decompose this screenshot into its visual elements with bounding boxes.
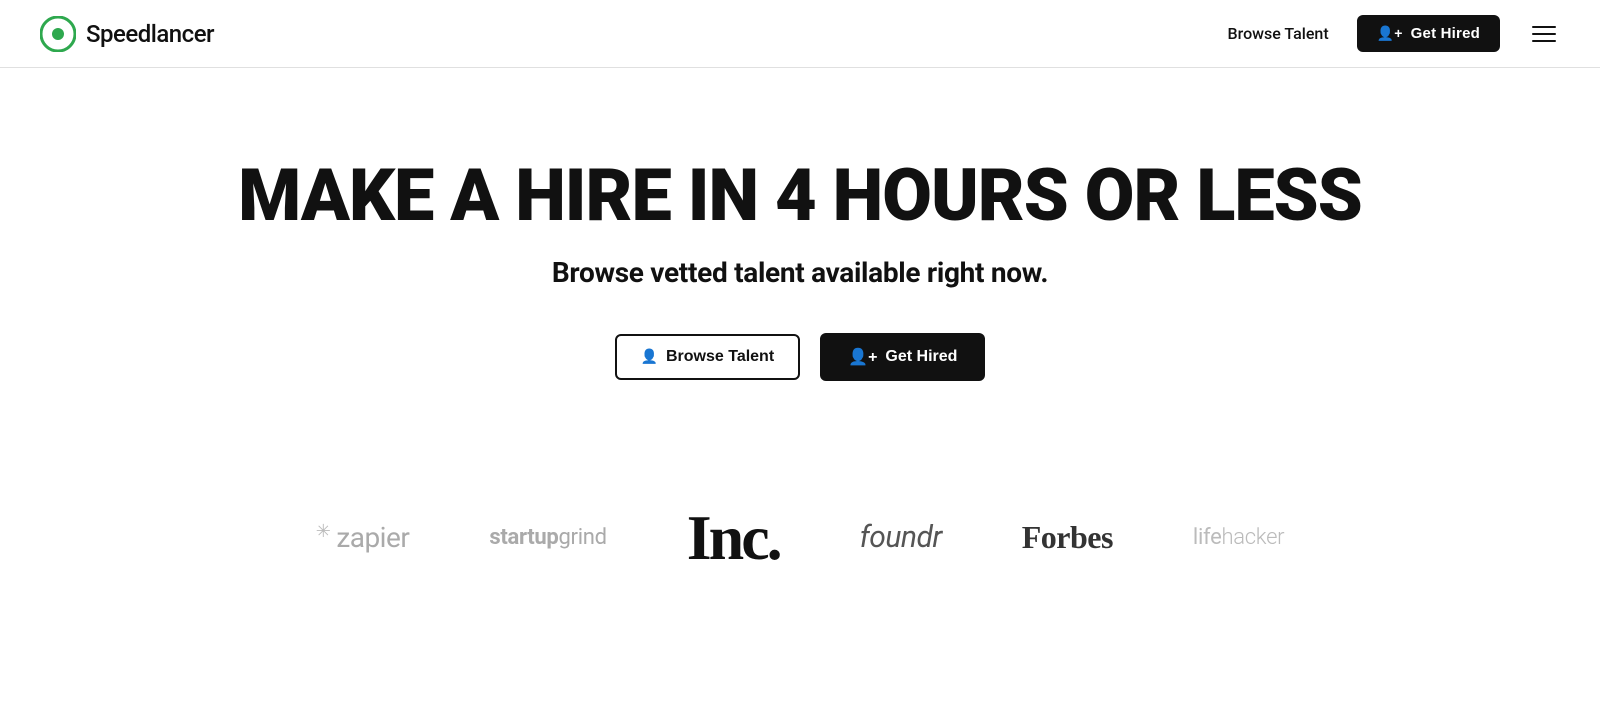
logo-text: Speedlancer: [86, 20, 214, 48]
startupgrind-grind-text: grind: [558, 525, 606, 550]
navbar: Speedlancer Browse Talent 👤+ Get Hired: [0, 0, 1600, 68]
hero-browse-talent-button[interactable]: 👤 Browse Talent: [615, 334, 801, 380]
nav-get-hired-button[interactable]: 👤+ Get Hired: [1357, 15, 1500, 52]
hero-section: MAKE A HIRE IN 4 HOURS OR LESS Browse ve…: [0, 68, 1600, 441]
hero-get-hired-label: Get Hired: [885, 348, 957, 366]
zapier-asterisk-icon: ✳: [316, 521, 331, 542]
hero-browse-talent-label: Browse Talent: [666, 348, 774, 366]
lifehacker-life-text: life: [1193, 525, 1222, 550]
logo-icon: [40, 16, 76, 52]
get-hired-person-icon: 👤+: [848, 347, 877, 367]
startupgrind-logo: startupgrind: [489, 525, 606, 550]
hamburger-line-2: [1532, 33, 1556, 35]
browse-person-icon: 👤: [641, 348, 658, 365]
hamburger-line-3: [1532, 40, 1556, 42]
foundr-text: foundr: [860, 520, 942, 555]
person-add-icon: 👤+: [1377, 25, 1403, 42]
zapier-logo: ✳ zapier: [316, 521, 410, 554]
logo-link[interactable]: Speedlancer: [40, 16, 214, 52]
hero-buttons: 👤 Browse Talent 👤+ Get Hired: [615, 333, 986, 381]
zapier-text: zapier: [336, 521, 409, 554]
inc-logo: Inc.: [687, 501, 780, 575]
forbes-logo: Forbes: [1022, 519, 1113, 556]
nav-get-hired-label: Get Hired: [1411, 25, 1480, 42]
foundr-logo: foundr: [860, 520, 942, 555]
logos-section: ✳ zapier startupgrind Inc. foundr Forbes…: [0, 461, 1600, 635]
lifehacker-logo: lifehacker: [1193, 525, 1284, 550]
forbes-text: Forbes: [1022, 519, 1113, 556]
hero-get-hired-button[interactable]: 👤+ Get Hired: [820, 333, 985, 381]
startupgrind-startup-text: startup: [489, 525, 558, 550]
lifehacker-hacker-text: hacker: [1221, 525, 1284, 550]
hamburger-menu-button[interactable]: [1528, 22, 1560, 46]
hero-title: MAKE A HIRE IN 4 HOURS OR LESS: [238, 158, 1362, 234]
inc-text: Inc.: [687, 501, 780, 575]
hero-subtitle: Browse vetted talent available right now…: [552, 256, 1048, 289]
hamburger-line-1: [1532, 26, 1556, 28]
navbar-right: Browse Talent 👤+ Get Hired: [1228, 15, 1560, 52]
inc-dot: .: [767, 502, 780, 573]
nav-browse-talent-link[interactable]: Browse Talent: [1228, 24, 1329, 43]
